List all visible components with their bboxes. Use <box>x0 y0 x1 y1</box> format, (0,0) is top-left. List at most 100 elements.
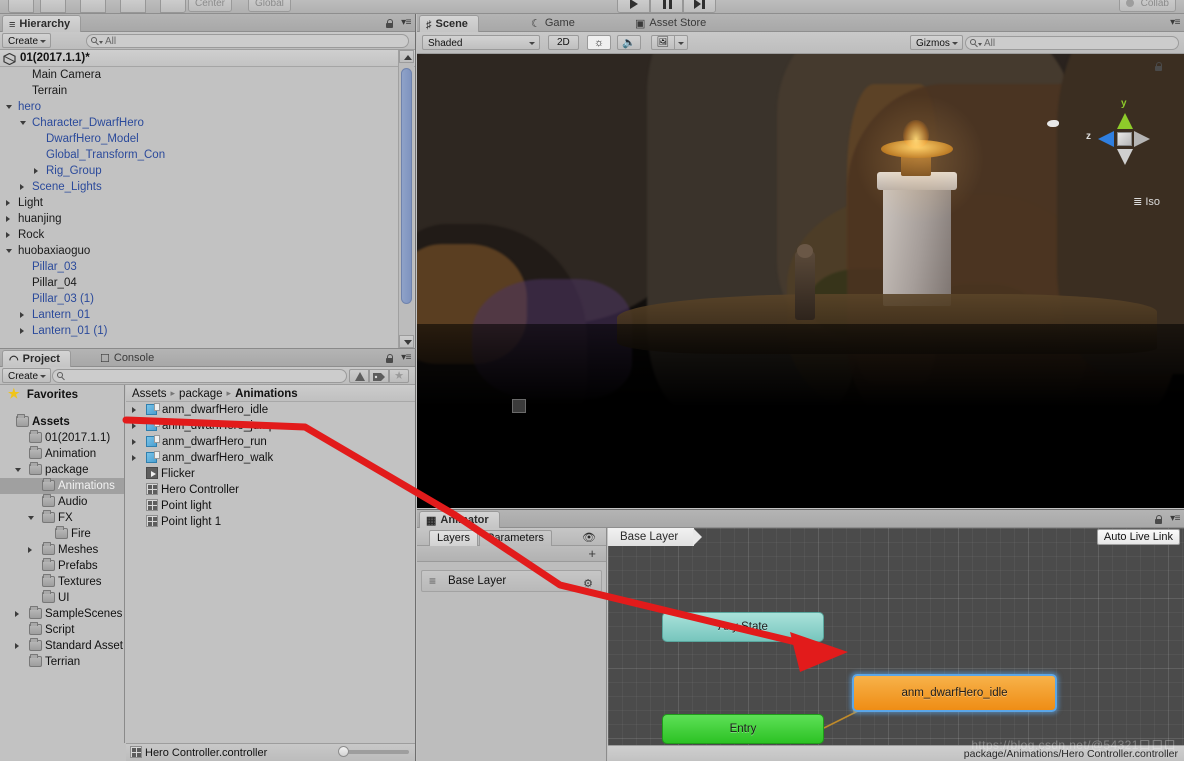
state-anm-dwarfhero-idle[interactable]: anm_dwarfHero_idle <box>852 674 1057 712</box>
lock-icon[interactable] <box>385 19 394 28</box>
project-tree-row[interactable]: Audio <box>0 494 124 510</box>
chevron-right-icon[interactable] <box>20 328 24 334</box>
scene-camera-lock-icon[interactable] <box>1154 62 1163 71</box>
chevron-right-icon[interactable] <box>34 168 38 174</box>
draw-mode-dropdown[interactable]: Shaded <box>422 35 540 50</box>
chevron-right-icon[interactable] <box>132 439 136 445</box>
image-effects-icon[interactable]: 🖼 <box>651 35 675 50</box>
gear-icon[interactable]: ⚙ <box>583 574 593 595</box>
scrollbar-thumb[interactable] <box>401 68 412 304</box>
favorites-row[interactable]: ★ Favorites <box>0 385 124 402</box>
hierarchy-row[interactable]: Lantern_01 (1) <box>0 323 397 339</box>
lock-icon[interactable] <box>385 354 394 363</box>
asset-row[interactable]: Flicker <box>126 466 415 482</box>
hierarchy-search-input[interactable]: All <box>86 34 409 48</box>
asset-row[interactable]: Hero Controller <box>126 482 415 498</box>
rotate-tool-button[interactable] <box>80 0 106 13</box>
tab-hierarchy[interactable]: ≡ Hierarchy <box>2 15 82 33</box>
chevron-down-icon[interactable] <box>28 516 34 523</box>
project-tree-row[interactable]: Animation <box>0 446 124 462</box>
subtab-parameters[interactable]: Parameters <box>479 530 552 546</box>
chevron-right-icon[interactable] <box>132 407 136 413</box>
project-tree-row[interactable]: 01(2017.1.1) <box>0 430 124 446</box>
project-tree-row[interactable]: UI <box>0 590 124 606</box>
chevron-down-icon[interactable] <box>6 249 12 256</box>
asset-row[interactable]: Point light <box>126 498 415 514</box>
gizmo-x-cone[interactable] <box>1134 131 1150 147</box>
tab-game[interactable]: ☾ Game <box>525 15 585 32</box>
chevron-down-icon[interactable] <box>20 121 26 128</box>
play-button[interactable] <box>617 0 650 13</box>
pause-button[interactable] <box>650 0 683 13</box>
project-tree-row[interactable]: Standard Asset <box>0 638 124 654</box>
chevron-down-icon[interactable] <box>15 468 21 475</box>
scroll-up-button[interactable] <box>399 50 414 63</box>
hierarchy-row[interactable]: Lantern_01 <box>0 307 397 323</box>
favorite-star-icon[interactable]: ★ <box>389 369 409 383</box>
eye-icon[interactable]: 👁 <box>582 531 596 544</box>
space-mode-button[interactable]: Global <box>248 0 291 12</box>
hierarchy-row[interactable]: Main Camera <box>0 67 397 83</box>
project-tree-row[interactable]: Script <box>0 622 124 638</box>
state-entry[interactable]: Entry <box>662 714 824 744</box>
panel-menu-icon[interactable]: ▾≡ <box>401 17 411 28</box>
gizmo-y-cone[interactable] <box>1117 113 1133 129</box>
hierarchy-row[interactable]: Terrain <box>0 83 397 99</box>
scene-orientation-gizmo[interactable]: y z <box>1084 98 1164 179</box>
gizmo-negy-cone[interactable] <box>1117 149 1133 165</box>
hierarchy-row[interactable]: Rig_Group <box>0 163 397 179</box>
panel-menu-icon[interactable]: ▾≡ <box>1170 17 1180 28</box>
animator-state-graph[interactable]: Base Layer Auto Live Link Any State Entr… <box>608 528 1184 745</box>
hierarchy-scrollbar[interactable] <box>398 50 414 348</box>
hierarchy-row[interactable]: Rock <box>0 227 397 243</box>
breadcrumb-item[interactable]: Assets <box>132 388 167 400</box>
asset-row[interactable]: anm_dwarfHero_jump <box>126 418 415 434</box>
chevron-right-icon[interactable] <box>6 216 10 222</box>
asset-row[interactable]: anm_dwarfHero_walk <box>126 450 415 466</box>
project-tree-row[interactable]: FX <box>0 510 124 526</box>
scene-search-input[interactable]: All <box>965 36 1179 50</box>
move-tool-button[interactable] <box>40 0 66 13</box>
slider-knob[interactable] <box>338 746 349 757</box>
project-tree-row[interactable]: Fire <box>0 526 124 542</box>
tab-console[interactable]: ☐ Console <box>94 350 164 367</box>
asset-rows[interactable]: anm_dwarfHero_idle anm_dwarfHero_jump anm_… <box>126 402 415 530</box>
chevron-right-icon[interactable] <box>132 455 136 461</box>
project-search-input[interactable] <box>52 369 347 383</box>
icon-size-slider[interactable] <box>338 746 409 757</box>
hierarchy-tree[interactable]: Main Camera Terrain hero Character_DwarfHer… <box>0 67 397 348</box>
tab-animator[interactable]: ▦ Animator <box>419 511 500 529</box>
breadcrumb-item[interactable]: package <box>179 388 222 400</box>
chevron-right-icon[interactable] <box>6 200 10 206</box>
panel-menu-icon[interactable]: ▾≡ <box>1170 513 1180 524</box>
project-tree-row[interactable]: Textures <box>0 574 124 590</box>
tab-scene[interactable]: ♯ Scene <box>419 15 479 33</box>
chevron-right-icon[interactable] <box>15 643 19 649</box>
hierarchy-row[interactable]: Scene_Lights <box>0 179 397 195</box>
plus-icon[interactable]: + <box>588 546 596 561</box>
state-any-state[interactable]: Any State <box>662 612 824 642</box>
toggle-2d-button[interactable]: 2D <box>548 35 579 50</box>
gizmo-z-cone[interactable] <box>1098 131 1114 147</box>
hierarchy-row[interactable]: Pillar_03 <box>0 259 397 275</box>
sun-icon[interactable]: ☼ <box>587 35 611 50</box>
project-tree-row[interactable]: Animations <box>0 478 124 494</box>
subtab-layers[interactable]: Layers <box>429 530 479 546</box>
rect-tool-button[interactable] <box>160 0 186 13</box>
speaker-icon[interactable]: 🔈 <box>617 35 641 50</box>
asset-row[interactable]: anm_dwarfHero_run <box>126 434 415 450</box>
collab-button[interactable]: Collab <box>1118 0 1176 12</box>
project-tree-row[interactable]: SampleScenes <box>0 606 124 622</box>
chevron-right-icon[interactable] <box>6 232 10 238</box>
drag-handle-icon[interactable]: ≡ <box>429 575 436 587</box>
hierarchy-row[interactable]: Character_DwarfHero <box>0 115 397 131</box>
project-folder-tree[interactable]: ★ Favorites Assets 01(2017.1.1) Animation p… <box>0 385 125 743</box>
chevron-right-icon[interactable] <box>15 611 19 617</box>
lock-icon[interactable] <box>1154 515 1163 524</box>
hand-tool-button[interactable] <box>8 0 34 13</box>
scene-viewport[interactable]: y z ≣ Iso <box>417 54 1184 508</box>
project-tree-row[interactable]: Meshes <box>0 542 124 558</box>
breadcrumb-item[interactable]: Animations <box>235 388 298 400</box>
image-effects-dropdown-icon[interactable] <box>675 35 688 50</box>
chevron-down-icon[interactable] <box>6 105 12 112</box>
